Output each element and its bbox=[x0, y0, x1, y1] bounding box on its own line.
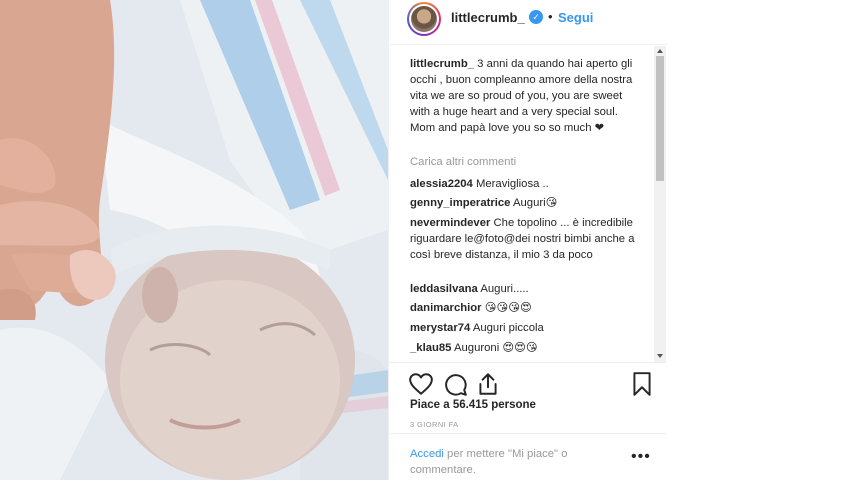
comment-username[interactable]: _klau85 bbox=[410, 342, 451, 354]
comment-username[interactable]: genny_imperatrice bbox=[410, 197, 510, 209]
comment-item: alessia2204 Meravigliosa .. bbox=[410, 176, 640, 192]
avatar-image bbox=[411, 6, 437, 32]
post-caption: littlecrumb_ 3 anni da quando hai aperto… bbox=[410, 56, 640, 136]
scrollbar-thumb[interactable] bbox=[656, 56, 664, 181]
comment-item: danimarchior 😘😘😘😍 bbox=[410, 300, 640, 316]
share-icon[interactable] bbox=[475, 371, 501, 397]
comment-username[interactable]: danimarchior bbox=[410, 302, 482, 314]
comment-item: merystar74 Auguri piccola bbox=[410, 320, 640, 336]
comment-item: genny_imperatrice Auguri😘 bbox=[410, 195, 640, 211]
post-actions: Piace a 56.415 persone 3 GIORNI FA Acced… bbox=[389, 362, 667, 481]
verified-badge-icon: ✓ bbox=[529, 10, 543, 24]
load-more-comments-button[interactable]: Carica altri commenti bbox=[410, 156, 516, 168]
heart-icon[interactable] bbox=[408, 371, 434, 397]
follow-button[interactable]: Segui bbox=[558, 10, 593, 25]
post-header: littlecrumb_ ✓ • Segui bbox=[389, 0, 667, 45]
caption-username[interactable]: littlecrumb_ bbox=[410, 58, 474, 70]
comment-icon[interactable] bbox=[442, 371, 468, 397]
post-timestamp[interactable]: 3 GIORNI FA bbox=[410, 420, 459, 429]
comment-username[interactable]: alessia2204 bbox=[410, 178, 473, 190]
scroll-up-icon[interactable] bbox=[657, 49, 663, 53]
comment-username[interactable]: nevermindever bbox=[410, 217, 490, 229]
login-prompt: Accedi per mettere "Mi piace" o commenta… bbox=[410, 446, 590, 478]
comment-text: Auguri..... bbox=[480, 283, 529, 295]
comment-item: leddasilvana Auguri..... bbox=[410, 281, 640, 297]
comment-text: Auguroni 😍😍😘 bbox=[453, 342, 538, 354]
comment-text: Auguri😘 bbox=[512, 197, 558, 209]
comment-username[interactable]: leddasilvana bbox=[410, 283, 478, 295]
avatar[interactable] bbox=[407, 2, 441, 36]
post-detail-panel: littlecrumb_ ✓ • Segui littlecrumb_ 3 an… bbox=[388, 0, 667, 480]
login-prompt-bar: Accedi per mettere "Mi piace" o commenta… bbox=[389, 433, 667, 482]
comment-text: Auguri piccola bbox=[472, 322, 544, 334]
comment-text: 😘😘😘😍 bbox=[484, 302, 532, 314]
likes-count[interactable]: Piace a 56.415 persone bbox=[410, 399, 536, 411]
separator-dot: • bbox=[548, 9, 553, 24]
comment-username[interactable]: merystar74 bbox=[410, 322, 470, 334]
bookmark-icon[interactable] bbox=[629, 371, 655, 397]
comments-list[interactable]: littlecrumb_ 3 anni da quando hai aperto… bbox=[389, 46, 667, 362]
post-photo bbox=[0, 0, 388, 480]
scroll-down-icon[interactable] bbox=[657, 354, 663, 358]
comment-item: nevermindever Che topolino ... è incredi… bbox=[410, 215, 640, 263]
login-link[interactable]: Accedi bbox=[410, 448, 444, 460]
username-link[interactable]: littlecrumb_ bbox=[451, 10, 525, 25]
comment-text: Meravigliosa .. bbox=[475, 178, 549, 190]
comment-item: _klau85 Auguroni 😍😍😘 bbox=[410, 340, 640, 356]
comments-scrollbar[interactable] bbox=[654, 46, 666, 362]
more-options-icon[interactable]: ••• bbox=[631, 448, 651, 466]
